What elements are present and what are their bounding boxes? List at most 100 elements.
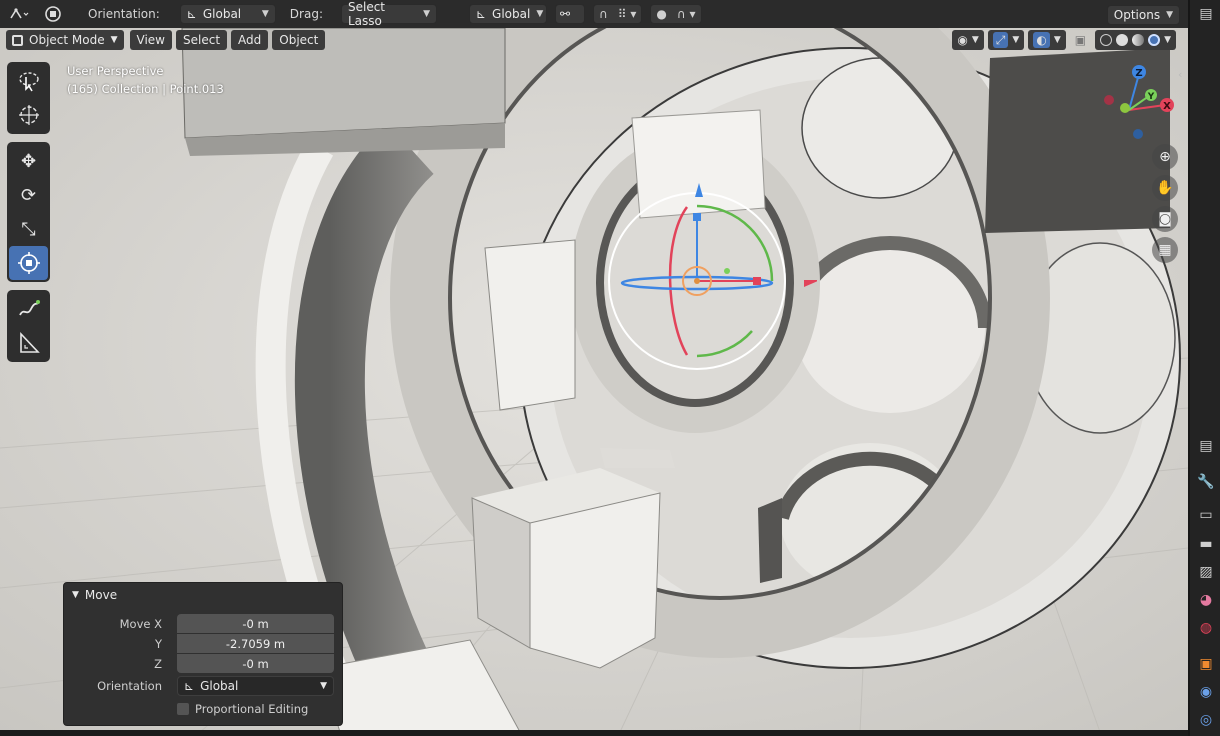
mode-label: Object Mode: [29, 33, 105, 47]
snap-magnet-icon[interactable]: ∩: [594, 5, 613, 23]
camera-icon[interactable]: ◙: [1152, 206, 1178, 232]
status-divider: [0, 730, 1188, 736]
xray-icon: ▣: [1074, 33, 1087, 47]
options-dropdown[interactable]: Options ▼: [1106, 5, 1180, 25]
rendered-shading-icon[interactable]: [1148, 34, 1161, 46]
physics-icon[interactable]: ◎: [1196, 710, 1216, 730]
operator-title: Move: [84, 588, 118, 602]
link-icon: ⚯: [559, 7, 571, 21]
measure-icon[interactable]: [9, 326, 48, 360]
gizmo-toggle-icon[interactable]: ⤢: [992, 32, 1009, 48]
modifier-icon[interactable]: ◉: [1196, 682, 1216, 702]
blender-window: Orientation: ⊾ Global ▼ Drag: Select Las…: [0, 0, 1220, 736]
proportional-checkbox-group[interactable]: Proportional Editing: [177, 702, 308, 716]
move-x-field[interactable]: -0 m: [177, 614, 334, 633]
select-lasso-icon[interactable]: [9, 64, 48, 98]
pivot-dropdown[interactable]: ⚯: [554, 4, 585, 24]
editor-type-icon[interactable]: ▤: [1196, 4, 1216, 24]
mode-dropdown[interactable]: Object Mode ▼: [6, 30, 124, 50]
operator-panel-header[interactable]: ▼ Move: [64, 583, 342, 607]
solid-shading-icon[interactable]: [1116, 34, 1129, 46]
chevron-down-icon: ▼: [1164, 35, 1171, 45]
proportional-label: Proportional Editing: [195, 701, 309, 716]
move-z-label: Z: [154, 656, 162, 671]
options-label: Options: [1113, 8, 1161, 22]
scene-icon[interactable]: ◕: [1196, 590, 1216, 610]
snap-group: ∩ ⠿ ▾: [592, 4, 643, 24]
render-icon[interactable]: ▭: [1196, 505, 1216, 525]
properties-editor-strip: ▤ ▤ 🔧 ▭ ▬ ▨ ◕ ◍ ▣ ◉ ◎: [1188, 0, 1220, 736]
collapse-triangle-icon: ▼: [72, 590, 79, 600]
gizmo-dropdown[interactable]: ⤢ ▼: [987, 30, 1025, 50]
proportional-checkbox[interactable]: [177, 702, 189, 715]
pan-hand-icon[interactable]: ✋: [1152, 175, 1178, 201]
view-layer-icon[interactable]: ▨: [1196, 562, 1216, 582]
transform-gizmo[interactable]: [577, 161, 817, 401]
tool-wrench-icon[interactable]: 🔧: [1196, 472, 1216, 492]
tool-group-annotate: [7, 290, 50, 362]
overlays-icon[interactable]: ◐: [1033, 32, 1050, 48]
falloff-curve-icon[interactable]: ∩ ▾: [672, 5, 701, 23]
move-z-field[interactable]: -0 m: [177, 654, 334, 673]
menu-select[interactable]: Select: [176, 30, 228, 50]
properties-header-icon[interactable]: ▤: [1196, 436, 1216, 456]
world-icon[interactable]: ◍: [1196, 618, 1216, 638]
proportional-row: Proportional Editing: [64, 699, 344, 718]
move-icon[interactable]: ✥: [9, 144, 48, 178]
svg-text:Y: Y: [1147, 92, 1155, 102]
tool-group-select: [7, 62, 50, 134]
last-operator-panel: ▼ Move Move X -0 m Y -2.7059 m Z -0 m Or…: [63, 582, 343, 726]
scale-icon[interactable]: ⤡: [9, 212, 48, 246]
menu-view[interactable]: View: [129, 30, 172, 50]
cursor-icon[interactable]: [9, 98, 48, 132]
transform-orientation-value: Global: [492, 7, 531, 21]
menu-object[interactable]: Object: [272, 30, 326, 50]
object-icon[interactable]: ▣: [1196, 654, 1216, 674]
orientation-label: Orientation:: [88, 7, 160, 21]
rotate-icon[interactable]: ⟳: [9, 178, 48, 212]
menu-add[interactable]: Add: [231, 30, 269, 50]
orientation-dropdown[interactable]: ⊾ Global ▼: [179, 4, 276, 24]
chevron-down-icon: ▼: [1053, 35, 1061, 45]
pivot-point-icon[interactable]: [40, 4, 66, 24]
move-y-field[interactable]: -2.7059 m: [177, 634, 334, 653]
viewport-header-right: ◉ ▼ ⤢ ▼ ◐ ▼ ▣ ▼: [952, 30, 1176, 50]
operator-orientation-dropdown[interactable]: ⊾ Global ▼: [177, 675, 334, 696]
xray-toggle[interactable]: ▣: [1070, 30, 1091, 50]
output-icon[interactable]: ▬: [1196, 534, 1216, 554]
orientation-value: Global: [202, 7, 242, 21]
zoom-icon[interactable]: ⊕: [1152, 144, 1178, 170]
svg-text:X: X: [1163, 101, 1171, 112]
eye-icon: ◉: [957, 33, 968, 47]
perspective-grid-icon[interactable]: ▦: [1152, 237, 1178, 263]
overlay-dropdown[interactable]: ◐ ▼: [1028, 30, 1066, 50]
move-y-label: Y: [154, 636, 162, 651]
move-x-label: Move X: [119, 616, 162, 631]
object-mode-icon: [12, 34, 23, 46]
proportional-icon[interactable]: ●: [651, 5, 671, 23]
chevron-down-icon: ▼: [971, 35, 979, 45]
3d-viewport[interactable]: Object Mode ▼ View Select Add Object ◉ ▼ …: [0, 28, 1188, 732]
visibility-dropdown[interactable]: ◉ ▼: [952, 30, 984, 50]
chevron-down-icon: ▼: [1012, 35, 1020, 45]
chevron-down-icon: ▼: [423, 9, 430, 19]
orientation-axes-icon: ⊾: [475, 7, 487, 21]
transform-orientation-dropdown[interactable]: ⊾ Global ▼: [468, 4, 547, 24]
annotate-icon[interactable]: [9, 292, 48, 326]
chevron-down-icon: ▼: [320, 680, 327, 691]
material-shading-icon[interactable]: [1132, 34, 1145, 46]
navigation-gizmo[interactable]: Z X Y: [1095, 62, 1185, 152]
orientation-axes-icon: ⊾: [186, 7, 197, 21]
operator-orientation-value: Global: [200, 678, 239, 693]
drag-dropdown[interactable]: Select Lasso ▼: [340, 0, 437, 28]
sidebar-toggle-icon[interactable]: ‹: [1178, 68, 1182, 81]
snap-grid-icon[interactable]: ⠿ ▾: [613, 5, 642, 23]
chevron-down-icon: ▼: [1166, 10, 1173, 20]
shading-buttons: ▼: [1095, 30, 1176, 50]
wireframe-shading-icon[interactable]: [1100, 34, 1113, 46]
transform-icon[interactable]: [9, 246, 48, 280]
orientation-label: Orientation: [97, 678, 162, 693]
object-transform-icon[interactable]: [6, 4, 32, 24]
viewport-info: User Perspective (165) Collection | Poin…: [67, 62, 224, 98]
chevron-down-icon: ▼: [261, 9, 269, 19]
